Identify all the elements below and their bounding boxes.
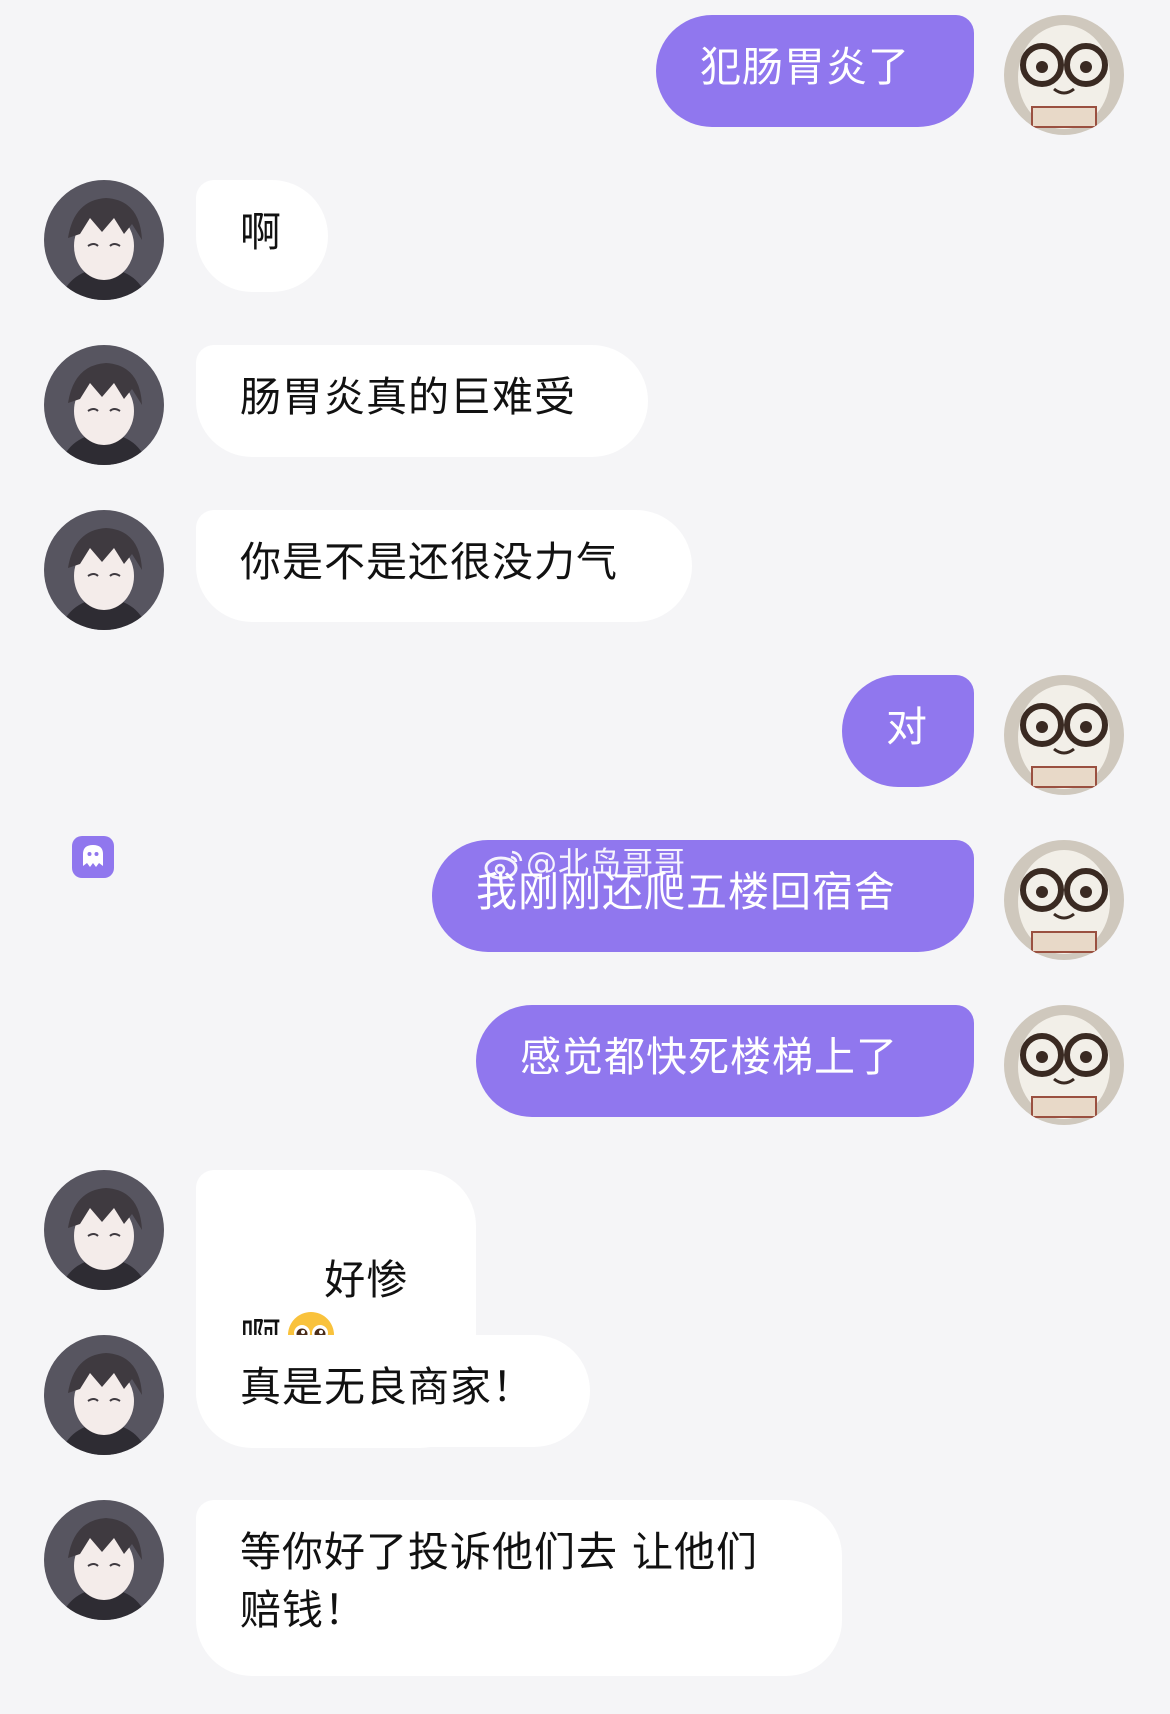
contact-avatar[interactable] <box>44 1170 164 1290</box>
contact-avatar[interactable] <box>44 180 164 300</box>
message-bubble[interactable]: 犯肠胃炎了 <box>656 15 974 127</box>
message-bubble[interactable]: 真是无良商家！ <box>196 1335 590 1447</box>
message-bubble[interactable]: 等你好了投诉他们去 让他们 赔钱！ <box>196 1500 842 1676</box>
contact-avatar[interactable] <box>44 345 164 465</box>
user-avatar[interactable] <box>1004 675 1124 795</box>
contact-avatar[interactable] <box>44 510 164 630</box>
ghost-app-icon <box>72 836 114 878</box>
user-avatar[interactable] <box>1004 1005 1124 1125</box>
user-avatar[interactable] <box>1004 840 1124 960</box>
message-bubble[interactable]: 你是不是还很没力气 <box>196 510 692 622</box>
message-bubble[interactable]: 肠胃炎真的巨难受 <box>196 345 648 457</box>
chat-thread: 犯肠胃炎了 啊 肠胃炎真的巨难受 你是不是还很没力气 对 我刚刚还爬五楼回宿舍 <box>0 0 1170 1714</box>
weibo-icon <box>484 848 524 888</box>
watermark: @北岛哥哥 <box>484 838 686 888</box>
message-bubble[interactable]: 对 <box>842 675 974 787</box>
message-bubble[interactable]: 感觉都快死楼梯上了 <box>476 1005 974 1117</box>
user-avatar[interactable] <box>1004 15 1124 135</box>
contact-avatar[interactable] <box>44 1500 164 1620</box>
contact-avatar[interactable] <box>44 1335 164 1455</box>
watermark-text: @北岛哥哥 <box>526 846 686 882</box>
message-bubble[interactable]: 啊 <box>196 180 328 292</box>
